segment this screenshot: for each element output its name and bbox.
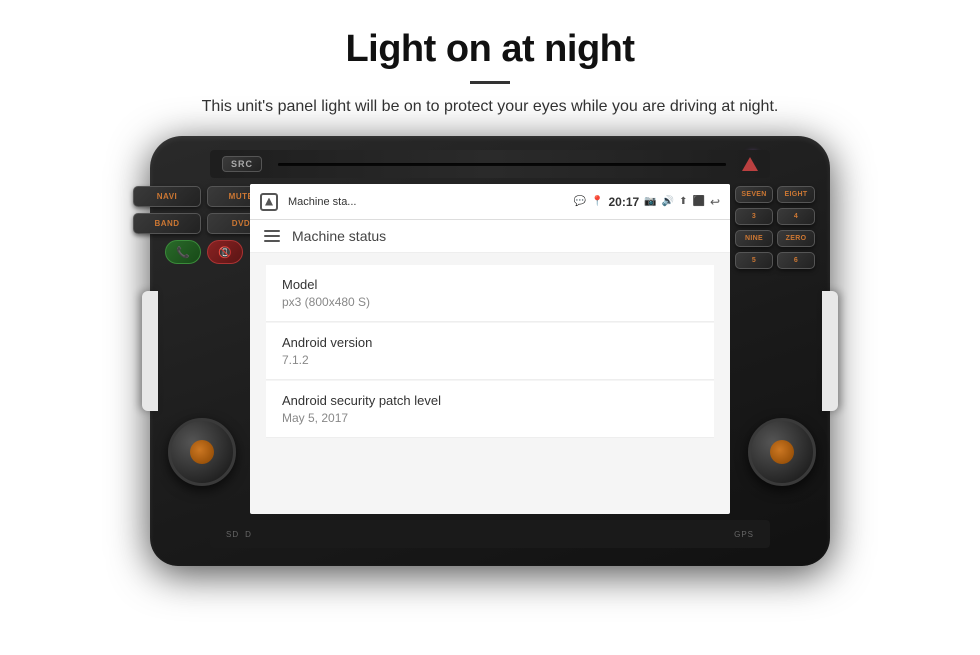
sd-label: SD bbox=[226, 530, 239, 539]
hamburger-line-1 bbox=[264, 230, 280, 232]
num-row-4: 5 6 bbox=[730, 252, 820, 269]
android-screen: Machine sta... 💬 📍 20:17 📷 🔊 ⬆ ⬛ ↩ bbox=[250, 184, 730, 514]
zero-button[interactable]: ZERO bbox=[777, 230, 815, 247]
four-button[interactable]: 4 bbox=[777, 208, 815, 225]
title-divider bbox=[470, 81, 510, 84]
phone-answer-button[interactable]: 📞 bbox=[165, 240, 201, 264]
screen-icon: ⬛ bbox=[692, 196, 704, 207]
six-button[interactable]: 6 bbox=[777, 252, 815, 269]
three-button[interactable]: 3 bbox=[735, 208, 773, 225]
side-tab-left bbox=[142, 291, 158, 411]
photo-icon: 📷 bbox=[644, 196, 656, 207]
hamburger-line-2 bbox=[264, 235, 280, 237]
hamburger-menu[interactable] bbox=[264, 230, 280, 242]
status-icons: 💬 📍 20:17 📷 🔊 ⬆ ⬛ ↩ bbox=[574, 195, 720, 209]
app-header: Machine status bbox=[250, 220, 730, 253]
navi-button[interactable]: NAVI bbox=[133, 186, 201, 207]
hamburger-line-3 bbox=[264, 240, 280, 242]
info-item-android-version: Android version 7.1.2 bbox=[266, 323, 714, 380]
android-status-bar: Machine sta... 💬 📍 20:17 📷 🔊 ⬆ ⬛ ↩ bbox=[250, 184, 730, 220]
info-item-security-patch: Android security patch level May 5, 2017 bbox=[266, 381, 714, 438]
status-app-name: Machine sta... bbox=[288, 196, 568, 208]
src-button[interactable]: SRC bbox=[222, 156, 262, 172]
phone-buttons: 📞 📵 bbox=[165, 240, 243, 264]
bottom-strip: SD D GPS bbox=[210, 520, 770, 548]
home-button[interactable] bbox=[260, 193, 278, 211]
security-patch-label: Android security patch level bbox=[282, 393, 698, 408]
num-row-3: NINE ZERO bbox=[730, 230, 820, 247]
right-knob-center bbox=[770, 440, 794, 464]
right-knob[interactable] bbox=[748, 418, 816, 486]
model-value: px3 (800x480 S) bbox=[282, 295, 698, 309]
side-tab-right bbox=[822, 291, 838, 411]
eight-button[interactable]: EIGHT bbox=[777, 186, 815, 203]
message-icon: 💬 bbox=[574, 196, 586, 207]
num-row-1: SEVEN EIGHT bbox=[730, 186, 820, 203]
top-bar: SRC bbox=[210, 150, 770, 178]
gps-label: GPS bbox=[734, 530, 754, 539]
cast-icon: ⬆ bbox=[679, 196, 687, 207]
seven-button[interactable]: SEVEN bbox=[735, 186, 773, 203]
model-label: Model bbox=[282, 277, 698, 292]
bezel: SRC NAVI MUTE BAND DVD 📞 bbox=[150, 136, 830, 566]
content-area: Model px3 (800x480 S) Android version 7.… bbox=[250, 253, 730, 451]
left-knob-center bbox=[190, 440, 214, 464]
num-row-2: 3 4 bbox=[730, 208, 820, 225]
band-button[interactable]: BAND bbox=[133, 213, 201, 234]
right-panel: SEVEN EIGHT 3 4 NINE ZERO 5 6 bbox=[730, 186, 820, 269]
d-label: D bbox=[245, 530, 252, 539]
back-icon[interactable]: ↩ bbox=[710, 195, 720, 209]
page-title: Light on at night bbox=[0, 0, 980, 71]
eject-button[interactable] bbox=[742, 157, 758, 171]
nine-button[interactable]: NINE bbox=[735, 230, 773, 247]
info-item-model: Model px3 (800x480 S) bbox=[266, 265, 714, 322]
android-version-value: 7.1.2 bbox=[282, 353, 698, 367]
android-version-label: Android version bbox=[282, 335, 698, 350]
five-button[interactable]: 5 bbox=[735, 252, 773, 269]
volume-icon: 🔊 bbox=[662, 196, 674, 207]
status-time: 20:17 bbox=[608, 195, 639, 209]
security-patch-value: May 5, 2017 bbox=[282, 411, 698, 425]
cd-slot bbox=[278, 163, 726, 166]
phone-end-button[interactable]: 📵 bbox=[207, 240, 243, 264]
location-icon: 📍 bbox=[591, 196, 603, 207]
unit-wrapper: SRC NAVI MUTE BAND DVD 📞 bbox=[0, 136, 980, 566]
app-title: Machine status bbox=[292, 228, 386, 244]
page-subtitle: This unit's panel light will be on to pr… bbox=[0, 98, 980, 116]
home-icon bbox=[265, 198, 273, 206]
car-unit: SRC NAVI MUTE BAND DVD 📞 bbox=[150, 136, 830, 566]
left-knob[interactable] bbox=[168, 418, 236, 486]
left-panel: NAVI MUTE BAND DVD 📞 📵 bbox=[164, 186, 244, 264]
